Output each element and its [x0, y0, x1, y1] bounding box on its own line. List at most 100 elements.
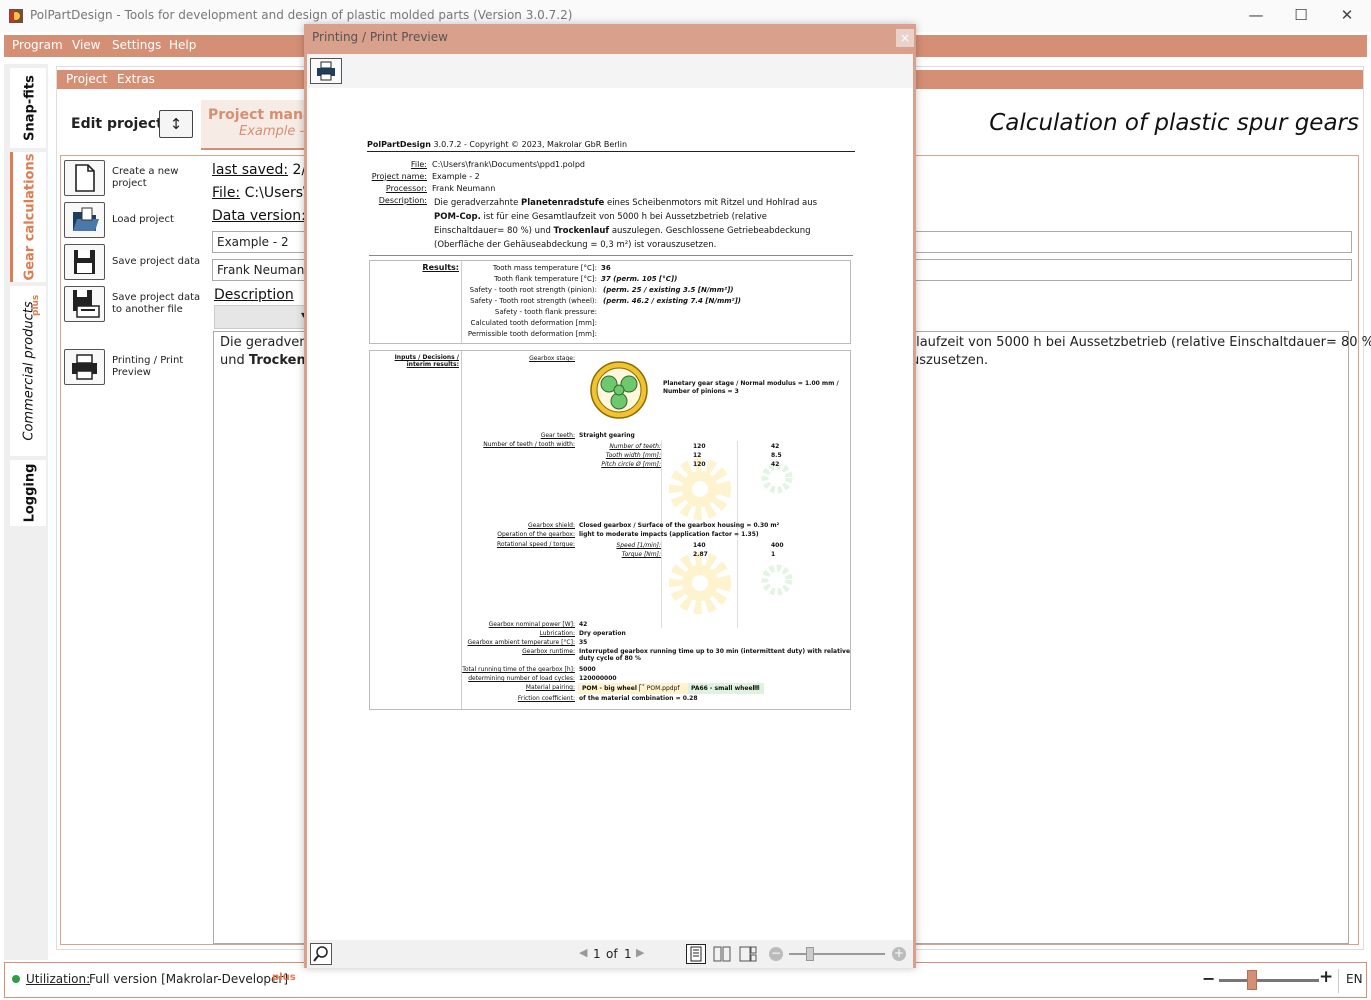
- table-row-label: Torque [Nm]:: [621, 551, 661, 558]
- close-preview-button[interactable]: ×: [896, 29, 914, 47]
- gearbox-shield-label: Gearbox shield:: [527, 522, 575, 529]
- tab-commercial-products-label: Commercial products: [21, 301, 37, 441]
- table-cell-small-gear: 8.5: [771, 452, 782, 459]
- description-text-right-1: tlaufzeit von 5000 h bei Aussetzbetrieb …: [911, 335, 1371, 350]
- total-runtime-value: 5000: [579, 666, 596, 673]
- desc-bold: Trockenlauf: [553, 226, 610, 236]
- print-preview-button[interactable]: Printing / Print Preview: [64, 349, 204, 389]
- doc-header-app: PolPartDesign: [367, 140, 431, 149]
- folder-open-icon: [64, 202, 105, 238]
- file-label: File:: [212, 185, 241, 201]
- preview-zoom-out-button[interactable]: −: [769, 947, 783, 961]
- prev-page-button[interactable]: ◀: [579, 946, 587, 959]
- doc-file-label: File:: [410, 160, 427, 169]
- file-row: File: C:\Users\fr: [212, 185, 318, 201]
- tab-snap-fits-label: Snap-fits: [22, 75, 37, 141]
- status-divider: [1338, 969, 1339, 993]
- result-label: Permissible tooth deformation [mm]:: [467, 330, 597, 338]
- new-document-icon: [64, 160, 105, 196]
- save-project-as-button[interactable]: Save project data to another file: [64, 286, 204, 326]
- material-big-wheel-text: POM - big wheel: [582, 685, 637, 692]
- menu-program[interactable]: Program: [12, 38, 63, 52]
- description-toolbar[interactable]: ▾: [214, 305, 308, 329]
- edit-project-label: Edit project: [71, 116, 163, 132]
- preview-zoom-in-button[interactable]: +: [892, 947, 906, 961]
- maximize-button[interactable]: ☐: [1289, 4, 1313, 28]
- gearbox-stage-label: Gearbox stage:: [529, 355, 575, 362]
- table-cell-large-gear: 120: [693, 461, 706, 468]
- tab-logging[interactable]: Logging: [10, 460, 46, 526]
- load-project-button[interactable]: Load project: [64, 202, 204, 242]
- submenu-project[interactable]: Project: [66, 72, 107, 86]
- utilization-label[interactable]: Utilization:: [26, 972, 90, 986]
- tab-snap-fits[interactable]: Snap-fits: [10, 68, 46, 148]
- save-project-button[interactable]: Save project data: [64, 244, 204, 284]
- preview-zoom-slider-track[interactable]: [789, 953, 885, 955]
- single-page-view-button[interactable]: [686, 944, 706, 964]
- project-management-tab[interactable]: Project manag Example -: [201, 100, 322, 150]
- floppy-disk-icon: [64, 244, 105, 280]
- gearbox-shield-value: Closed gearbox / Surface of the gearbox …: [579, 522, 780, 529]
- doc-project-label: Project name:: [371, 172, 427, 181]
- left-tab-strip: Snap-fits Gear calculations Commercial p…: [4, 64, 48, 960]
- preview-toolbar: [307, 54, 913, 88]
- close-window-button[interactable]: ✕: [1335, 4, 1359, 28]
- multi-page-icon: [739, 946, 757, 962]
- friction-label: Friction coefficient:: [517, 695, 575, 702]
- ambient-temp-label: Gearbox ambient temperature [°C]:: [467, 639, 575, 646]
- submenu-extras[interactable]: Extras: [117, 72, 155, 86]
- tab-commercial-products[interactable]: Commercial products plus: [10, 286, 46, 456]
- speed-torque-label: Rotational speed / torque:: [496, 541, 575, 548]
- save-as-icon: [64, 286, 105, 322]
- minimize-button[interactable]: —: [1244, 4, 1268, 28]
- tab-gear-calculations-label: Gear calculations: [22, 153, 37, 281]
- doc-header-rest: 3.0.7.2 - Copyright © 2023, Makrolar GbR…: [430, 140, 628, 149]
- language-button[interactable]: EN: [1346, 972, 1363, 986]
- toggle-panel-button[interactable]: ↕: [159, 110, 193, 138]
- table-cell-small-gear: 1: [771, 551, 776, 558]
- doc-header: PolPartDesign 3.0.7.2 - Copyright © 2023…: [367, 140, 627, 150]
- inputs-label-2: interim results:: [406, 361, 459, 368]
- tab-gear-calculations[interactable]: Gear calculations: [10, 152, 46, 282]
- material-file-icon: ⎡˚: [638, 685, 645, 692]
- desc-bold: POM-Cop.: [434, 212, 481, 222]
- desc-text: auszulegen. Geschlossene Getriebeabdecku…: [609, 226, 811, 236]
- two-page-view-button[interactable]: [712, 944, 732, 964]
- table-cell-large-gear: 120: [693, 443, 706, 450]
- table-column-divider: [737, 540, 738, 628]
- plus-badge-status: plus: [272, 972, 296, 983]
- menu-view[interactable]: View: [72, 38, 100, 52]
- two-page-icon: [713, 946, 731, 962]
- next-page-button[interactable]: ▶: [636, 946, 644, 959]
- multi-page-view-button[interactable]: [738, 944, 758, 964]
- zoom-out-button[interactable]: −: [1202, 969, 1215, 988]
- zoom-slider-thumb[interactable]: [1247, 970, 1257, 990]
- result-label: Tooth flank temperature [°C]:: [494, 275, 597, 283]
- results-column-divider: [461, 261, 462, 343]
- description-text-right-2: uszusetzen.: [911, 353, 989, 368]
- search-button[interactable]: [310, 943, 332, 965]
- last-saved-label: last saved:: [212, 162, 289, 178]
- project-example-label: Example -: [239, 124, 305, 139]
- desc-text: Einschaltdauer= 80 %) und: [434, 226, 554, 236]
- printer-icon: [64, 349, 105, 385]
- table-row-label: Tooth width [mm]:: [605, 452, 661, 459]
- menu-settings[interactable]: Settings: [112, 38, 161, 52]
- gearbox-stage-value-2: Number of pinions = 3: [663, 388, 739, 395]
- table-cell-large-gear: 2.87: [693, 551, 708, 558]
- table-row-label: Number of teeth:: [609, 443, 661, 450]
- result-value: 36: [601, 264, 611, 272]
- material-file-name: POM.ppdpf: [646, 685, 680, 692]
- table-cell-small-gear: 42: [771, 443, 780, 450]
- table-row-label: Speed [1/min]:: [616, 542, 661, 549]
- preview-zoom-slider-thumb[interactable]: [806, 947, 814, 961]
- print-button[interactable]: [310, 58, 342, 84]
- doc-divider: [369, 255, 853, 256]
- zoom-slider-track[interactable]: [1219, 979, 1319, 982]
- menu-help[interactable]: Help: [169, 38, 196, 52]
- create-project-button[interactable]: Create a new project: [64, 160, 204, 200]
- preview-bottom-toolbar: ◀ 1 of 1 ▶ − +: [307, 940, 913, 968]
- zoom-in-button[interactable]: +: [1319, 967, 1333, 987]
- doc-processor-label: Processor:: [385, 184, 427, 193]
- description-label: Description: [214, 287, 294, 303]
